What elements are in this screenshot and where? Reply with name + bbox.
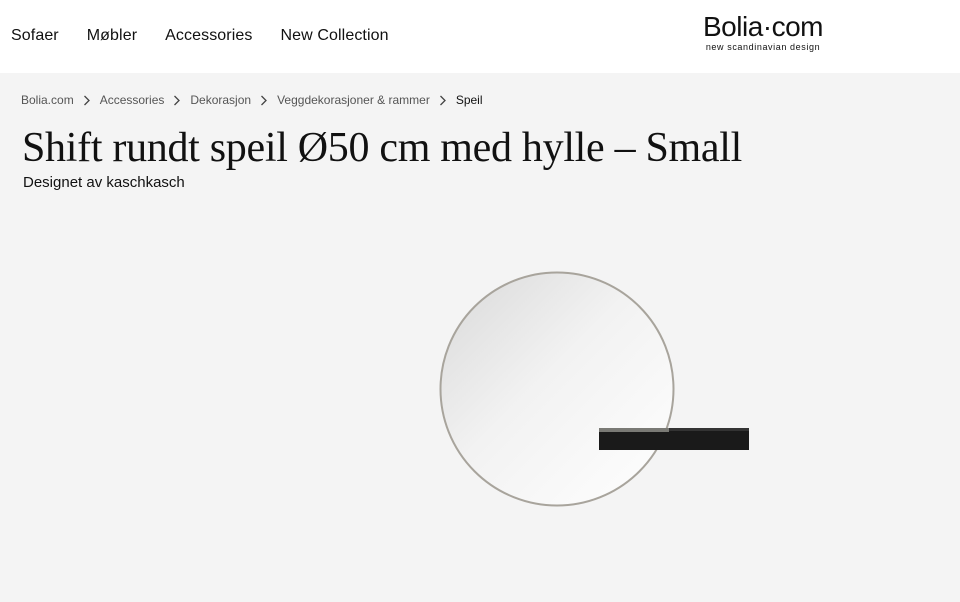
product-image[interactable] [430,262,760,517]
breadcrumb-item-veggdekorasjoner[interactable]: Veggdekorasjoner & rammer [277,93,430,107]
chevron-right-icon [430,93,456,107]
product-designer: Designet av kaschkasch [23,174,185,191]
chevron-right-icon [251,93,277,107]
product-title: Shift rundt speil Ø50 cm med hylle – Sma… [22,125,743,171]
breadcrumb-item-accessories[interactable]: Accessories [100,93,165,107]
nav-item-new-collection[interactable]: New Collection [281,27,389,45]
chevron-right-icon [74,93,100,107]
main-nav: Sofaer Møbler Accessories New Collection [11,27,417,45]
round-mirror-with-shelf-icon [439,271,749,507]
logo-tagline: new scandinavian design [705,42,821,52]
chevron-right-icon [164,93,190,107]
site-header: Sofaer Møbler Accessories New Collection… [0,0,960,73]
breadcrumb-item-home[interactable]: Bolia.com [21,93,74,107]
logo-wordmark: Bolia·com [703,11,823,42]
breadcrumb: Bolia.com Accessories Dekorasjon Veggdek… [21,93,483,107]
nav-item-sofaer[interactable]: Sofaer [11,27,59,45]
nav-item-mobler[interactable]: Møbler [87,27,137,45]
breadcrumb-item-dekorasjon[interactable]: Dekorasjon [190,93,251,107]
site-logo[interactable]: Bolia·com new scandinavian design [693,13,833,57]
breadcrumb-item-current: Speil [455,93,483,107]
nav-item-accessories[interactable]: Accessories [165,27,252,45]
